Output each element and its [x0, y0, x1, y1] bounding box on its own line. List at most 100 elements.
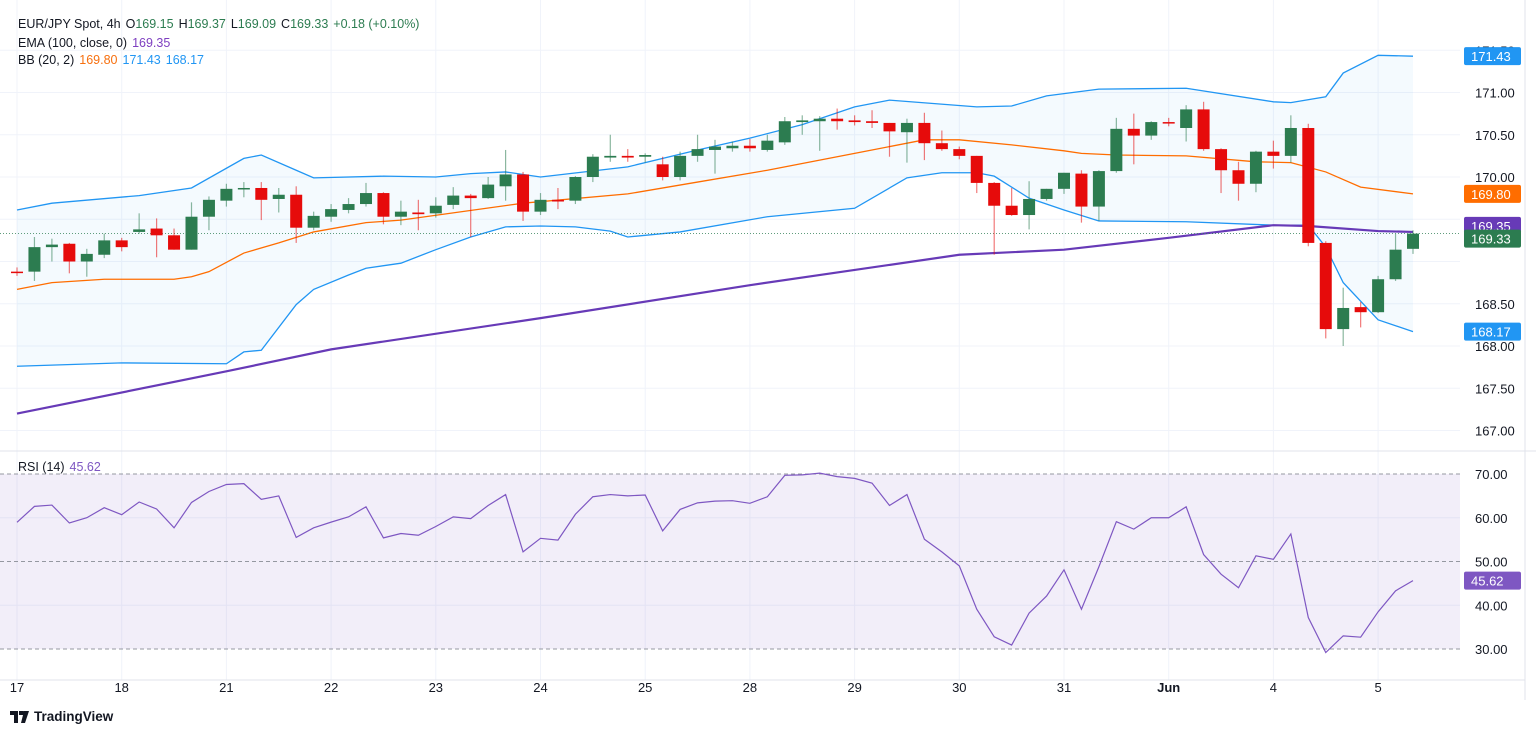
candle-body [290, 194, 303, 228]
candle-body [1092, 171, 1105, 207]
candle-body [1023, 198, 1036, 216]
candle-body [691, 149, 704, 156]
candle-body [569, 177, 582, 201]
time-axis-label: 29 [847, 680, 861, 695]
candle-body [1040, 188, 1053, 199]
candle-body [604, 155, 617, 158]
candle-body [237, 187, 250, 190]
candle-body [551, 199, 564, 202]
ema-label: EMA (100, close, 0) [18, 36, 128, 50]
tradingview-logo-icon [10, 710, 29, 723]
candle-bullish [1040, 188, 1053, 201]
candle-bullish [1372, 275, 1385, 314]
candle-body [45, 244, 58, 248]
candle-body [709, 146, 721, 150]
candle-body [918, 122, 931, 144]
chart-canvas[interactable]: 171.50171.00170.50170.00168.50168.00167.… [0, 0, 1536, 735]
close-label: C169.33 [281, 17, 329, 31]
price-axis-label: 171.00 [1475, 86, 1515, 101]
candle-body [866, 121, 879, 123]
candle-body [1337, 307, 1350, 330]
candle-body [1162, 122, 1175, 124]
candle-body [778, 121, 791, 143]
candle-body [1302, 127, 1315, 243]
candle-body [168, 235, 181, 250]
candle-body [1075, 173, 1088, 207]
ema-legend[interactable]: EMA (100, close, 0) 169.35 [18, 36, 175, 50]
candle-body [1127, 128, 1140, 136]
time-axis-label: 4 [1270, 680, 1277, 695]
bb-legend[interactable]: BB (20, 2) 169.80 171.43 168.17 [18, 53, 209, 67]
rsi-axis-label: 50.00 [1475, 555, 1508, 570]
candle-bullish [674, 151, 687, 181]
candle-body [1005, 205, 1018, 216]
candle-body [342, 204, 355, 210]
price-axis-label: 168.50 [1475, 297, 1515, 312]
candle-body [1058, 172, 1070, 189]
candle-body [325, 209, 338, 217]
candle-body [1319, 242, 1332, 330]
candle-body [743, 145, 756, 149]
candle-body [935, 143, 948, 150]
bb-basis-value: 169.80 [79, 53, 118, 67]
price-axis-label: 168.00 [1475, 339, 1515, 354]
candle-body [726, 145, 739, 149]
candle-body [133, 229, 146, 232]
candle-body [1354, 307, 1367, 313]
candle-body [761, 140, 774, 150]
candle-body [447, 195, 460, 205]
bb-basis-badge: 169.80 [1471, 187, 1511, 202]
rsi-axis-label: 30.00 [1475, 642, 1508, 657]
candle-bearish [1005, 187, 1018, 216]
candle-body [150, 228, 163, 236]
candle-body [1197, 109, 1210, 150]
rsi-label: RSI (14) [18, 460, 65, 474]
time-axis-label: 5 [1374, 680, 1381, 695]
candle-body [988, 182, 1001, 206]
candle-body [1232, 170, 1245, 184]
time-axis-label: 31 [1057, 680, 1071, 695]
candle-body [98, 240, 111, 255]
rsi-legend[interactable]: RSI (14) 45.62 [18, 460, 106, 474]
bb-lower-badge: 168.17 [1471, 325, 1511, 340]
candle-bullish [778, 117, 791, 145]
candle-body [272, 194, 285, 199]
time-axis-label: 28 [743, 680, 757, 695]
price-axis-label: 170.00 [1475, 170, 1515, 185]
change-value: +0.18 (+0.10%) [333, 17, 420, 31]
candle-body [970, 155, 983, 183]
candle-body [1372, 279, 1385, 313]
candle-bearish [988, 182, 1001, 255]
candle-body [11, 271, 23, 274]
candle-body [813, 118, 826, 122]
candle-body [377, 193, 390, 217]
bb-upper-value: 171.43 [122, 53, 161, 67]
candle-body [586, 156, 599, 177]
candle-body [220, 188, 233, 201]
candle-body [185, 216, 198, 250]
candle-body [202, 199, 215, 217]
candle-body [412, 212, 425, 215]
candle-body [1284, 127, 1297, 156]
bb-upper-badge: 171.43 [1471, 49, 1511, 64]
candle-body [674, 155, 687, 177]
candle-body [848, 120, 861, 123]
candle-body [28, 247, 41, 272]
price-axis-label: 167.00 [1475, 424, 1515, 439]
time-axis-label: 21 [219, 680, 233, 695]
candle-body [429, 205, 442, 214]
candle-body [1110, 128, 1123, 172]
candle-bullish [1337, 287, 1350, 346]
candle-body [639, 155, 652, 157]
time-axis-label: 30 [952, 680, 966, 695]
candle-body [953, 149, 966, 156]
symbol-title[interactable]: EUR/JPY Spot, 4h [18, 17, 121, 31]
candle-body [831, 118, 844, 122]
candle-body [1180, 109, 1193, 128]
rsi-last-badge: 45.62 [1471, 574, 1504, 589]
candle-body [394, 211, 407, 217]
tradingview-logo[interactable]: TradingView [10, 709, 113, 724]
open-label: O169.15 [125, 17, 174, 31]
candle-bullish [604, 134, 617, 162]
candle-body [115, 240, 128, 248]
